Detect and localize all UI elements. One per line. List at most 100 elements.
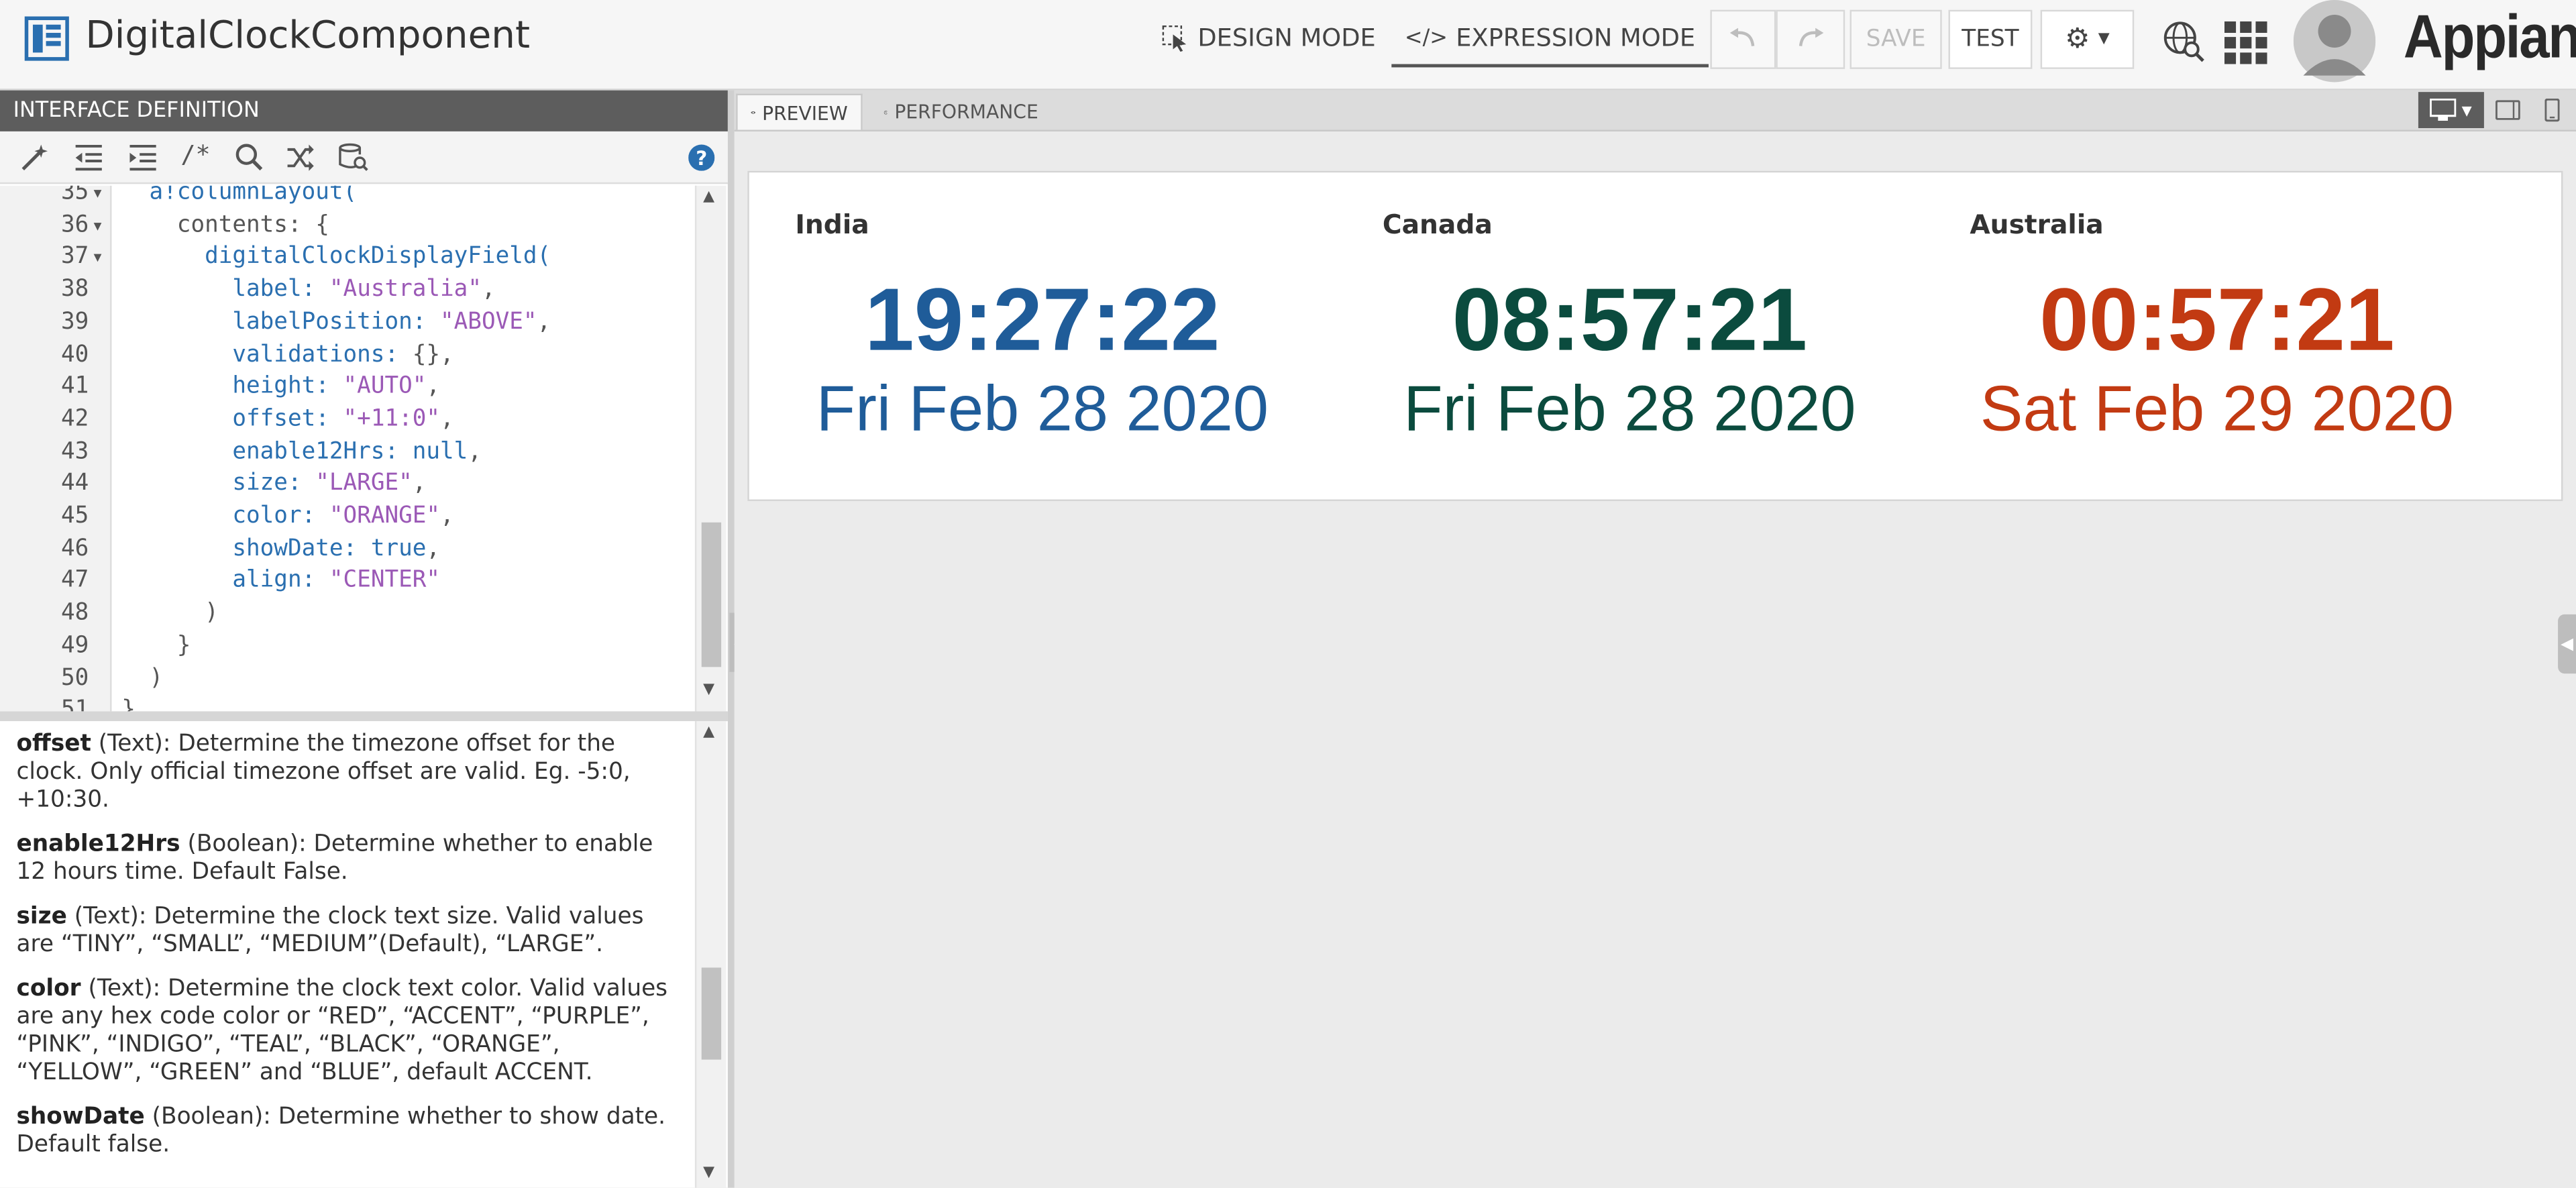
code-line[interactable]: 49 } (0, 631, 695, 663)
scroll-up-icon[interactable]: ▲ (703, 724, 714, 741)
fold-arrow-icon[interactable]: ▼ (94, 186, 102, 210)
clock-time: 00:57:21 (2039, 271, 2395, 370)
test-button[interactable]: TEST (1948, 9, 2033, 69)
clock-label: India (795, 209, 869, 240)
magic-wand-icon[interactable] (19, 143, 49, 172)
preview-tabs: PREVIEW PERFORMANCE ▼ (734, 90, 2576, 131)
code-line[interactable]: 35 ▼ a!columnLayout( (0, 186, 695, 210)
app-grid-icon[interactable] (2224, 21, 2267, 64)
code-editor[interactable]: 35 ▼ a!columnLayout(36 ▼ contents: {37 ▼ di… (0, 185, 695, 712)
database-search-icon[interactable] (338, 143, 368, 172)
code-line[interactable]: 50 ) (0, 663, 695, 695)
code-line[interactable]: 47 align: "CENTER" (0, 565, 695, 598)
code-token: ) (205, 600, 219, 627)
doc-entry: color (Text): Determine the clock text c… (16, 976, 678, 1088)
code-line[interactable]: 44 size: "LARGE", (0, 469, 695, 501)
save-button[interactable]: SAVE (1849, 9, 1942, 69)
design-mode-button[interactable]: DESIGN MODE (1161, 23, 1376, 52)
top-bar: DigitalClockComponent DESIGN MODE </> EX… (0, 0, 2576, 91)
code-token: enable12Hrs: (232, 437, 413, 465)
code-line[interactable]: 43 enable12Hrs: null, (0, 436, 695, 468)
tablet-view-button[interactable] (2489, 92, 2525, 128)
line-number: 47 (60, 567, 89, 594)
preview-card: India 19:27:22 Fri Feb 28 2020 Canada 08:57:… (747, 170, 2563, 501)
fold-arrow-icon[interactable]: ▼ (94, 210, 102, 242)
code-scroll-thumb[interactable] (701, 522, 722, 667)
line-number: 36 (60, 211, 89, 238)
line-number: 48 (60, 600, 89, 627)
code-line[interactable]: 37 ▼ digitalClockDisplayField( (0, 242, 695, 274)
avatar[interactable] (2293, 0, 2376, 83)
code-text: label: "Australia", (121, 274, 495, 307)
code-token: "ORANGE" (329, 502, 441, 529)
code-line[interactable]: 39 labelPosition: "ABOVE", (0, 307, 695, 339)
comment-icon[interactable]: /* (180, 140, 210, 169)
code-token: offset: (232, 405, 343, 432)
expression-mode-button[interactable]: </> EXPRESSION MODE (1391, 23, 1709, 68)
doc-param-name: color (16, 975, 81, 1002)
phone-view-button[interactable] (2536, 92, 2566, 128)
code-line[interactable]: 46 showDate: true, (0, 533, 695, 565)
code-token: showDate: (232, 535, 371, 561)
doc-scrollbar[interactable]: ▲ ▼ (694, 721, 727, 1188)
doc-entry: enable12Hrs (Boolean): Determine whether… (16, 831, 678, 887)
code-icon: </> (1404, 25, 1448, 50)
tab-preview[interactable]: PREVIEW (736, 93, 863, 130)
code-token: labelPosition: (232, 308, 441, 335)
digital-clock-field: Canada 08:57:21 Fri Feb 28 2020 (1336, 172, 1923, 501)
undo-button[interactable] (1710, 9, 1776, 69)
code-scrollbar[interactable]: ▲ ▼ (694, 185, 727, 712)
scroll-down-icon[interactable]: ▼ (703, 682, 714, 698)
code-text: align: "CENTER" (121, 565, 440, 598)
indent-icon[interactable] (128, 143, 158, 172)
code-line[interactable]: 38 label: "Australia", (0, 274, 695, 307)
code-text: contents: { (121, 210, 329, 242)
doc-param-name: enable12Hrs (16, 831, 180, 858)
help-icon[interactable]: ? (688, 144, 715, 171)
code-line[interactable]: 45 color: "ORANGE", (0, 501, 695, 533)
doc-scroll-thumb[interactable] (701, 967, 722, 1060)
code-line[interactable]: 41 height: "AUTO", (0, 372, 695, 404)
shuffle-icon[interactable] (286, 143, 315, 172)
line-number: 42 (60, 405, 89, 432)
code-text: ) (121, 663, 164, 695)
redo-button[interactable] (1776, 9, 1845, 69)
tablet-icon (2494, 100, 2520, 120)
scroll-up-icon[interactable]: ▲ (703, 189, 714, 205)
code-line[interactable]: 40 validations: {}, (0, 339, 695, 372)
code-line[interactable]: 42 offset: "+11:0", (0, 404, 695, 436)
code-token: {}, (412, 341, 454, 368)
line-number: 49 (60, 632, 89, 659)
code-text: enable12Hrs: null, (121, 436, 482, 468)
eye-icon (751, 111, 756, 114)
search-icon[interactable] (235, 143, 264, 172)
tab-performance[interactable]: PERFORMANCE (871, 94, 1051, 130)
fold-arrow-icon[interactable]: ▼ (94, 242, 102, 274)
code-line[interactable]: 51} (0, 695, 695, 712)
globe-search-icon[interactable] (2162, 19, 2206, 64)
panel-splitter[interactable] (0, 711, 728, 722)
code-token: "ABOVE" (440, 308, 537, 335)
code-text: height: "AUTO", (121, 372, 440, 404)
doc-param-name: showDate (16, 1103, 145, 1130)
line-number: 41 (60, 373, 89, 400)
desktop-view-button[interactable]: ▼ (2418, 92, 2484, 129)
clock-icon (883, 109, 888, 114)
expand-right-panel-button[interactable]: ◀ (2558, 614, 2576, 674)
code-token: , (426, 535, 441, 561)
clock-time: 19:27:22 (865, 271, 1220, 370)
code-text: validations: {}, (121, 339, 453, 372)
scroll-down-icon[interactable]: ▼ (703, 1165, 714, 1181)
outdent-icon[interactable] (74, 143, 103, 172)
code-line[interactable]: 36 ▼ contents: { (0, 210, 695, 242)
code-line[interactable]: 48 ) (0, 598, 695, 631)
doc-param-description: (Text): Determine the timezone offset fo… (16, 731, 631, 814)
doc-entry: showDate (Boolean): Determine whether to… (16, 1104, 678, 1160)
settings-menu-button[interactable]: ⚙ ▼ (2040, 9, 2135, 69)
code-text: } (121, 695, 136, 712)
